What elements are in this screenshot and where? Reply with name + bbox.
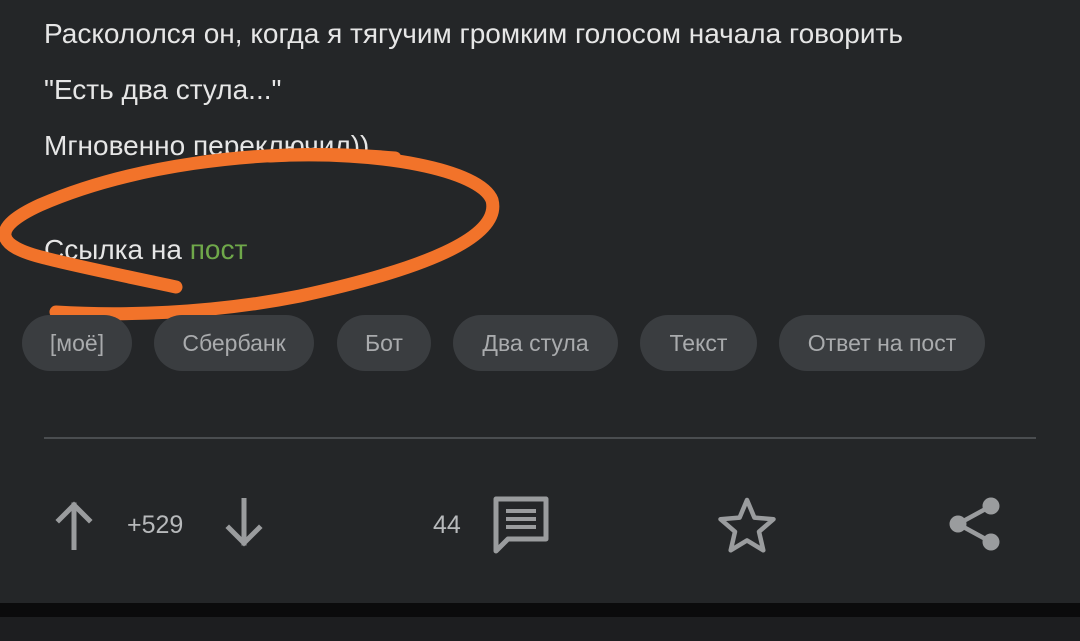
comment-icon[interactable]: [492, 495, 550, 555]
divider: [44, 437, 1036, 439]
bottom-panel-strip: [0, 617, 1080, 641]
post-actions-bar: +529 44: [0, 480, 1080, 570]
tag-chip[interactable]: Бот: [337, 315, 431, 371]
post-body: Раскололся он, когда я тягучим громким г…: [44, 0, 1044, 260]
share-icon[interactable]: [945, 494, 1003, 554]
tag-chip[interactable]: Сбербанк: [154, 315, 314, 371]
star-icon[interactable]: [716, 496, 778, 554]
post-text-line: Раскололся он, когда я тягучим громким г…: [44, 18, 903, 49]
post-text-line: "Есть два стула...": [44, 74, 282, 105]
post-text-line: Мгновенно переключил)): [44, 130, 370, 161]
arrow-up-icon[interactable]: [55, 500, 93, 550]
tag-chip[interactable]: Ответ на пост: [779, 315, 985, 371]
tag-chip[interactable]: [моё]: [22, 315, 132, 371]
tag-chip[interactable]: Текст: [640, 315, 757, 371]
rating-count: +529: [127, 511, 184, 539]
post-link-prefix: Ссылка на: [44, 234, 190, 260]
tag-chip[interactable]: Два стула: [453, 315, 618, 371]
bottom-panel-edge: [0, 603, 1080, 617]
post-link-line: Ссылка на пост: [44, 232, 247, 260]
comments-count: 44: [433, 511, 461, 539]
arrow-down-icon[interactable]: [225, 498, 263, 548]
post-link[interactable]: пост: [190, 234, 248, 260]
